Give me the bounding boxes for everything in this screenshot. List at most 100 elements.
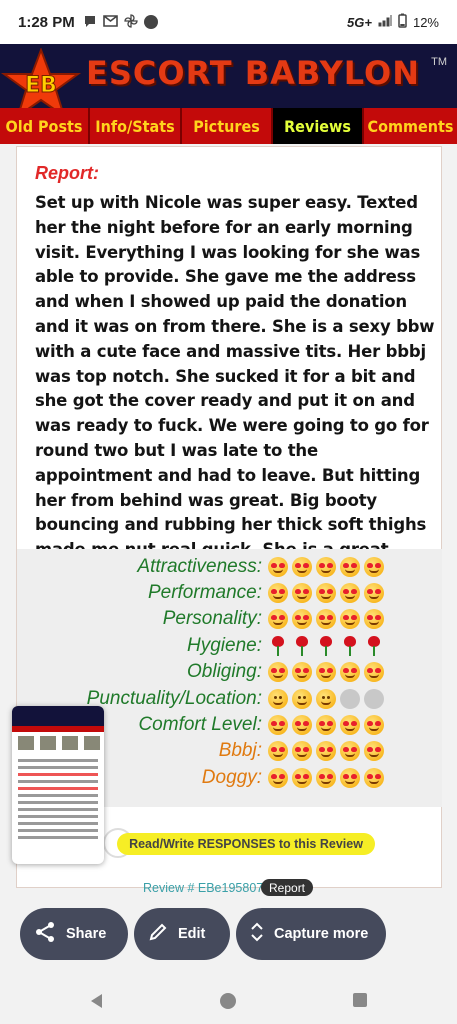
smiley-heart-eyes-icon: [292, 741, 312, 761]
rating-label: Attractiveness:: [137, 556, 262, 577]
empty-rating-icon: [340, 689, 360, 709]
smiley-plain-icon: [292, 689, 312, 709]
smiley-heart-eyes-icon: [340, 583, 360, 603]
report-label: Report:: [35, 163, 99, 183]
thumbnail-header: [12, 706, 104, 726]
rating-obliging: Obliging:: [187, 659, 384, 685]
smiley-heart-eyes-icon: [340, 557, 360, 577]
smiley-heart-eyes-icon: [268, 662, 288, 682]
tab-reviews[interactable]: Reviews: [273, 108, 364, 144]
smiley-heart-eyes-icon: [292, 715, 312, 735]
capture-more-button[interactable]: Capture more: [236, 908, 386, 960]
rating-icons: [268, 715, 384, 735]
rating-icons: [268, 583, 384, 603]
smiley-plain-icon: [316, 689, 336, 709]
smiley-heart-eyes-icon: [268, 557, 288, 577]
rating-performance: Performance:: [148, 580, 384, 606]
smiley-heart-eyes-icon: [364, 768, 384, 788]
capture-more-label: Capture more: [274, 926, 369, 942]
pinwheel-icon: [124, 13, 138, 31]
smiley-heart-eyes-icon: [316, 583, 336, 603]
tab-comments[interactable]: Comments: [364, 108, 457, 144]
smiley-heart-eyes-icon: [268, 583, 288, 603]
screenshot-thumbnail[interactable]: [12, 706, 104, 864]
smiley-heart-eyes-icon: [316, 662, 336, 682]
notification-dot-icon: [143, 15, 158, 29]
rose-icon: [292, 636, 312, 656]
trademark-mark: TM: [431, 56, 447, 68]
tab-info-stats[interactable]: Info/Stats: [90, 108, 182, 144]
smiley-heart-eyes-icon: [340, 741, 360, 761]
battery-percent: 12%: [412, 14, 439, 30]
recents-icon[interactable]: [352, 992, 368, 1013]
smiley-heart-eyes-icon: [292, 662, 312, 682]
smiley-plain-icon: [268, 689, 288, 709]
rating-label: Hygiene:: [187, 635, 262, 656]
rating-bbbj: Bbbj:: [219, 738, 384, 764]
thumbnail-nav: [12, 726, 104, 732]
smiley-heart-eyes-icon: [268, 715, 288, 735]
rating-comfort-level: Comfort Level:: [138, 712, 384, 738]
smiley-heart-eyes-icon: [268, 741, 288, 761]
rating-personality: Personality:: [163, 606, 384, 632]
network-type: 5G+: [347, 14, 372, 30]
back-icon[interactable]: [88, 992, 106, 1015]
pencil-icon: [148, 922, 168, 946]
svg-text:EB: EB: [25, 73, 57, 98]
rating-label: Doggy:: [201, 767, 262, 788]
rating-label: Bbbj:: [218, 740, 262, 761]
smiley-heart-eyes-icon: [364, 557, 384, 577]
smiley-heart-eyes-icon: [268, 768, 288, 788]
smiley-heart-eyes-icon: [340, 768, 360, 788]
system-navigation-bar: [0, 976, 457, 1024]
rating-label: Personality:: [162, 608, 262, 629]
smiley-heart-eyes-icon: [340, 715, 360, 735]
battery-icon: [398, 13, 407, 31]
rating-icons: [268, 609, 384, 629]
rating-icons: [268, 557, 384, 577]
smiley-heart-eyes-icon: [292, 609, 312, 629]
smiley-heart-eyes-icon: [268, 609, 288, 629]
edit-button[interactable]: Edit: [134, 908, 230, 960]
rating-punctuality-location: Punctuality/Location:: [87, 686, 384, 712]
rating-icons: [268, 768, 384, 788]
rating-icons: [268, 689, 384, 709]
rose-icon: [268, 636, 288, 656]
tab-pictures[interactable]: Pictures: [182, 108, 273, 144]
smiley-heart-eyes-icon: [292, 583, 312, 603]
status-time: 1:28 PM: [18, 13, 75, 31]
gmail-icon: [102, 14, 118, 30]
share-icon: [34, 921, 56, 947]
rose-icon: [364, 636, 384, 656]
smiley-heart-eyes-icon: [364, 715, 384, 735]
smiley-heart-eyes-icon: [364, 609, 384, 629]
status-bar: 1:28 PM 5G+ 12%: [0, 0, 457, 44]
rose-icon: [316, 636, 336, 656]
smiley-heart-eyes-icon: [364, 662, 384, 682]
responses-button[interactable]: Read/Write RESPONSES to this Review: [117, 833, 375, 855]
rating-icons: [268, 662, 384, 682]
smiley-heart-eyes-icon: [340, 662, 360, 682]
share-button[interactable]: Share: [20, 908, 128, 960]
site-brand-name: ESCORT BABYLON: [86, 54, 420, 92]
share-label: Share: [66, 926, 107, 942]
smiley-heart-eyes-icon: [292, 768, 312, 788]
rating-icons: [268, 741, 384, 761]
smiley-heart-eyes-icon: [292, 557, 312, 577]
smiley-heart-eyes-icon: [364, 583, 384, 603]
rose-icon: [340, 636, 360, 656]
smiley-heart-eyes-icon: [316, 715, 336, 735]
review-id: Review # EBe195807: [143, 881, 264, 895]
rating-label: Obliging:: [187, 661, 262, 682]
rating-doggy: Doggy:: [202, 765, 384, 791]
smiley-heart-eyes-icon: [316, 768, 336, 788]
screenshot-toolbar: Share Edit Capture more: [10, 894, 446, 974]
empty-rating-icon: [364, 689, 384, 709]
home-icon[interactable]: [219, 992, 237, 1015]
rating-label: Punctuality/Location:: [86, 688, 262, 709]
signal-icon: [378, 14, 392, 30]
rating-attractiveness: Attractiveness:: [137, 554, 384, 580]
edit-label: Edit: [178, 926, 206, 942]
smiley-heart-eyes-icon: [316, 609, 336, 629]
tab-old-posts[interactable]: Old Posts: [0, 108, 90, 144]
